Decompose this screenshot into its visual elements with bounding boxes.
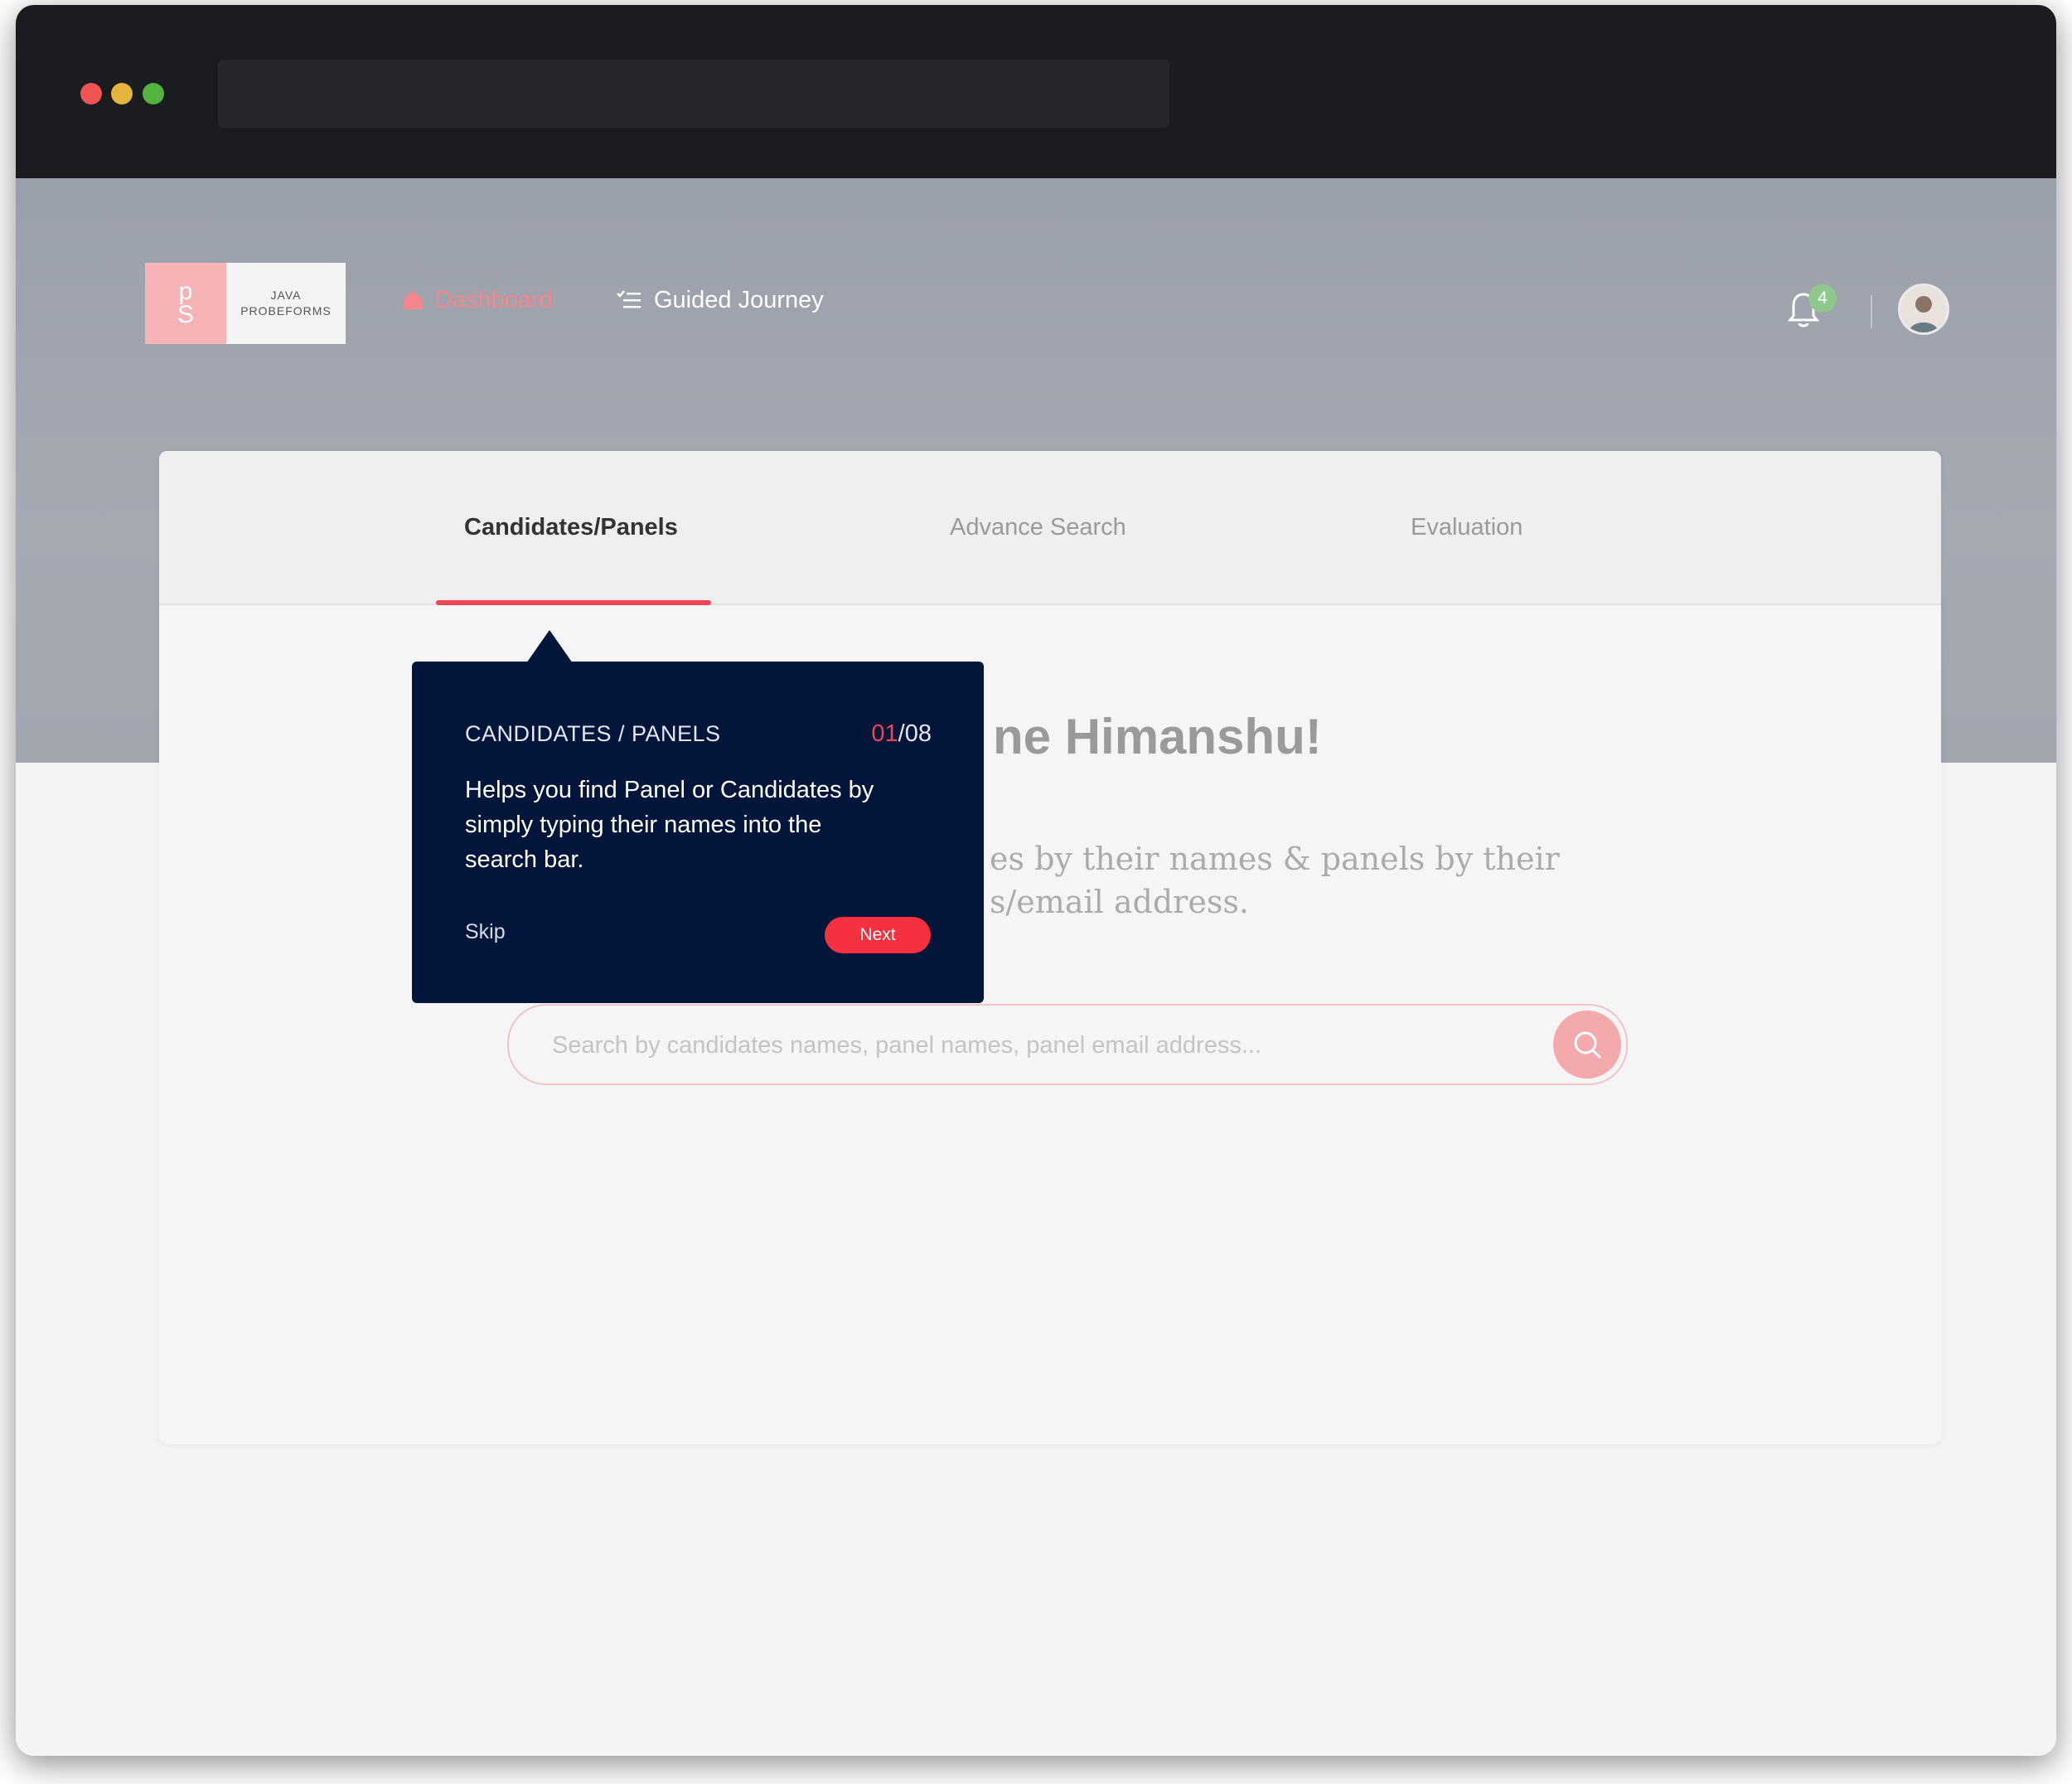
search-input[interactable]	[550, 1006, 1532, 1085]
logo-line2: PROBEFORMS	[240, 304, 332, 318]
logo-text: JAVA PROBEFORMS	[226, 263, 346, 344]
header-divider	[1871, 295, 1872, 328]
search-icon	[1574, 1031, 1601, 1059]
logo-line1: JAVA	[270, 288, 302, 302]
window-maximize-button[interactable]	[143, 83, 164, 104]
tab-candidates-panels[interactable]: Candidates/Panels	[464, 514, 678, 541]
avatar-person-icon	[1900, 286, 1947, 332]
tab-bar: Candidates/Panels Advance Search Evaluat…	[159, 451, 1941, 605]
onboarding-tooltip: CANDIDATES / PANELS 01/08 Helps you find…	[412, 630, 984, 1003]
nav-guided-journey[interactable]: Guided Journey	[616, 284, 824, 317]
welcome-heading: ne Himanshu!	[993, 709, 1322, 764]
nav-dashboard-label: Dashboard	[435, 286, 553, 313]
user-avatar[interactable]	[1898, 284, 1949, 335]
window-minimize-button[interactable]	[111, 83, 133, 104]
welcome-subtitle: es by their names & panels by their s/em…	[990, 837, 1818, 924]
tooltip-step-counter: 01/08	[871, 720, 932, 748]
nav-guided-journey-label: Guided Journey	[654, 286, 824, 313]
notification-count-badge: 4	[1808, 284, 1837, 313]
home-icon	[402, 289, 424, 311]
logo-mark: p S	[145, 263, 226, 344]
window-close-button[interactable]	[80, 83, 102, 104]
subtitle-line2: s/email address.	[990, 884, 1249, 920]
tab-advance-search[interactable]: Advance Search	[950, 514, 1126, 541]
list-check-icon	[616, 288, 642, 312]
tooltip-title: CANDIDATES / PANELS	[465, 721, 721, 746]
subtitle-line1: es by their names & panels by their	[990, 841, 1560, 877]
tooltip-arrow	[526, 630, 573, 663]
tooltip-step-total: /08	[898, 720, 932, 747]
tab-evaluation[interactable]: Evaluation	[1411, 514, 1523, 541]
logo-mark-top: p	[178, 278, 193, 305]
tooltip-body: Helps you find Panel or Candidates by si…	[465, 777, 874, 873]
tooltip-next-button[interactable]: Next	[825, 917, 931, 953]
search-bar	[507, 1004, 1628, 1085]
active-tab-indicator	[436, 600, 711, 605]
browser-titlebar	[16, 5, 2056, 178]
tooltip-step-current: 01	[871, 720, 898, 747]
address-bar[interactable]	[218, 60, 1169, 128]
app-logo[interactable]: p S JAVA PROBEFORMS	[145, 263, 346, 344]
nav-dashboard[interactable]: Dashboard	[402, 284, 553, 317]
tooltip-skip-link[interactable]: Skip	[465, 920, 506, 944]
search-button[interactable]	[1553, 1011, 1621, 1079]
logo-mark-bottom: S	[177, 301, 194, 328]
browser-window: p S JAVA PROBEFORMS Dashboard Guided Jou…	[16, 5, 2056, 1756]
